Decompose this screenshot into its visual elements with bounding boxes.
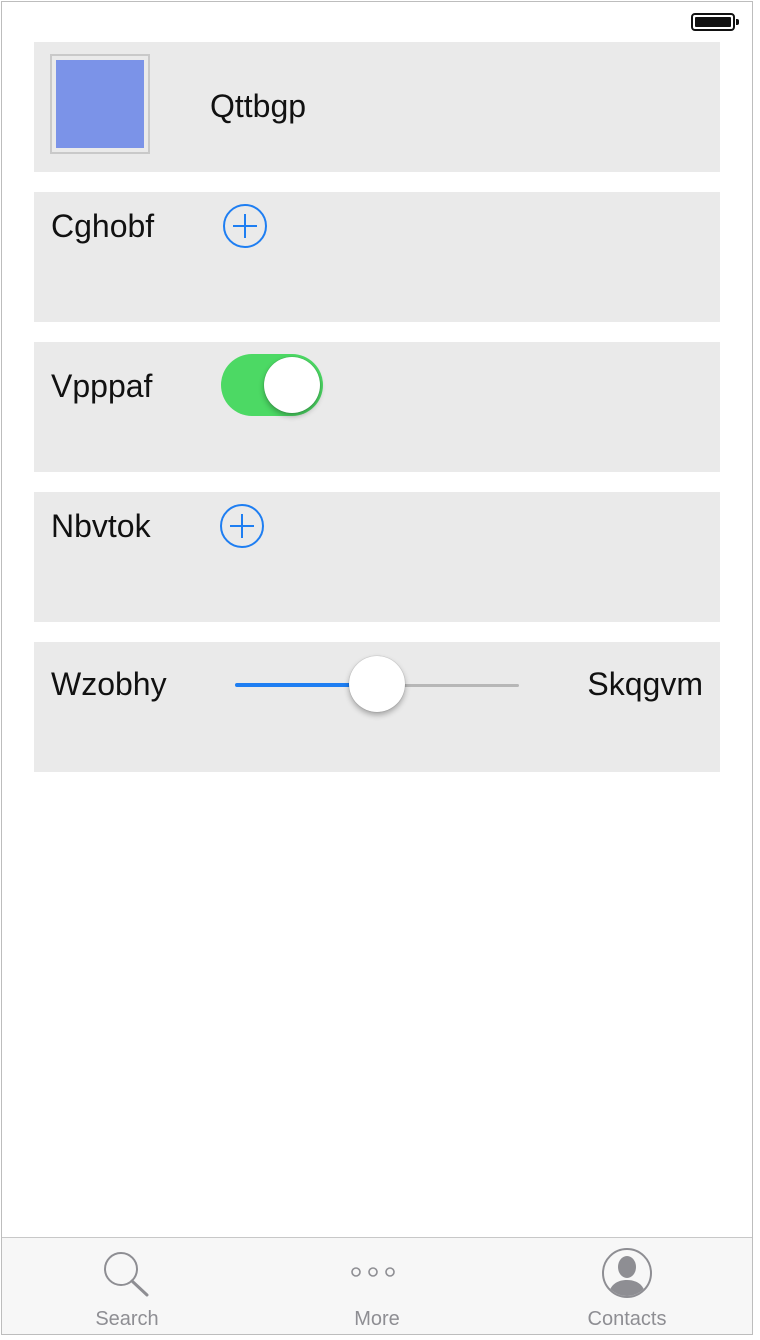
toggle-knob xyxy=(264,357,320,413)
color-swatch[interactable] xyxy=(50,54,150,154)
color-row-label: Qttbgp xyxy=(210,88,307,124)
plus-circle-icon[interactable] xyxy=(223,204,267,248)
slider-row: Wzobhy Skqgvm xyxy=(34,642,720,772)
add-row-label: Nbvtok xyxy=(51,508,151,544)
color-row: Qttbgp xyxy=(34,42,720,172)
battery-icon xyxy=(691,13,739,31)
toggle-switch[interactable] xyxy=(221,354,323,416)
slider-max-label: Skqgvm xyxy=(587,666,703,702)
tab-contacts[interactable]: Contacts xyxy=(502,1238,752,1335)
add-row-cghobf: Cghobf xyxy=(34,192,720,322)
tab-search[interactable]: Search xyxy=(2,1238,252,1335)
add-row-label: Cghobf xyxy=(51,208,155,244)
tab-contacts-label: Contacts xyxy=(587,1308,667,1330)
tab-bar: Search More Contacts xyxy=(2,1237,752,1334)
slider-thumb[interactable] xyxy=(349,656,405,712)
contacts-icon xyxy=(600,1248,654,1307)
tab-more-label: More xyxy=(354,1308,400,1330)
toggle-row-label: Vpppaf xyxy=(51,368,153,404)
search-icon xyxy=(99,1248,155,1303)
slider[interactable] xyxy=(235,654,519,714)
add-row-nbvtok: Nbvtok xyxy=(34,492,720,622)
more-icon xyxy=(349,1248,405,1303)
tab-search-label: Search xyxy=(95,1308,159,1330)
tab-more[interactable]: More xyxy=(252,1238,502,1335)
toggle-row: Vpppaf xyxy=(34,342,720,472)
slider-min-label: Wzobhy xyxy=(51,666,167,702)
plus-circle-icon[interactable] xyxy=(220,504,264,548)
